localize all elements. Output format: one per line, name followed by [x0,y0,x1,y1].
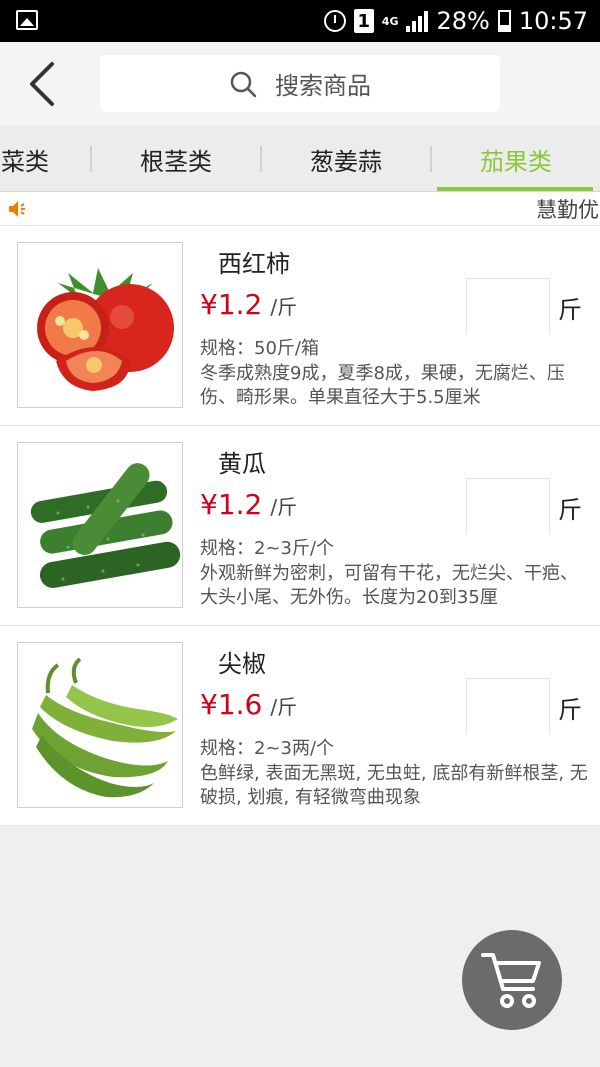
product-description: 外观新鲜为密刺，可留有干花，无烂尖、干疤、大头小尾、无外伤。长度为20到35厘 [200,563,578,608]
tab-vegetables[interactable]: 菜类 [0,126,90,191]
top-bar: 搜索商品 [0,42,600,126]
product-description: 冬季成熟度9成，夏季8成，果硬，无腐烂、压伤、畸形果。单果直径大于5.5厘米 [200,363,565,408]
chevron-left-icon [30,62,54,106]
price-value: ¥1.2 [200,488,263,521]
alarm-icon [323,10,346,32]
quantity-unit: 斤 [558,496,582,524]
quantity-input[interactable] [466,478,550,534]
status-bar-right: 1 4G 28% 10:57 [323,0,588,42]
price-unit: /斤 [270,695,298,719]
price-unit: /斤 [270,295,298,319]
clock: 10:57 [518,7,588,35]
price-value: ¥1.6 [200,688,263,721]
quantity-unit: 斤 [558,296,582,324]
sim-icon: 1 [353,9,374,33]
category-tabs: 菜类 根茎类 葱姜蒜 茄果类 [0,126,600,192]
product-name: 黄瓜 [218,450,266,478]
product-item[interactable]: 尖椒 ¥1.6 /斤 规格：2~3两/个 色鲜绿, 表面无黑斑, 无虫蛀, 底部… [0,626,600,826]
product-item[interactable]: 黄瓜 ¥1.2 /斤 规格：2~3斤/个 外观新鲜为密刺，可留有干花，无烂尖、干… [0,426,600,626]
price-unit: /斤 [270,495,298,519]
battery-icon [497,10,511,32]
product-spec: 规格：2~3斤/个 [200,538,335,559]
active-tab-indicator [437,187,593,191]
product-list: 西红柿 ¥1.2 /斤 规格：50斤/箱 冬季成熟度9成，夏季8成，果硬，无腐烂… [0,226,600,826]
tab-onion-ginger-garlic[interactable]: 葱姜蒜 [262,126,430,191]
product-image-cucumber[interactable] [17,442,183,608]
product-price: ¥1.6 /斤 [200,688,297,721]
notice-bar: 慧勤优 [0,192,600,226]
product-price: ¥1.2 /斤 [200,288,297,321]
quantity-input[interactable] [466,278,550,334]
search-placeholder: 搜索商品 [275,72,371,100]
signal-icon [406,10,429,32]
product-name: 尖椒 [218,650,266,678]
speaker-icon [9,201,25,217]
product-spec: 规格：2~3两/个 [200,738,335,759]
product-item[interactable]: 西红柿 ¥1.2 /斤 规格：50斤/箱 冬季成熟度9成，夏季8成，果硬，无腐烂… [0,226,600,426]
gallery-icon [16,10,38,30]
status-bar: 1 4G 28% 10:57 [0,0,600,42]
notice-text: 慧勤优 [536,198,599,222]
price-value: ¥1.2 [200,288,263,321]
product-description: 色鲜绿, 表面无黑斑, 无虫蛀, 底部有新鲜根茎, 无破损, 划痕, 有轻微弯曲… [200,763,588,808]
back-button[interactable] [18,56,68,112]
battery-percent: 28% [436,7,490,35]
product-image-tomato[interactable] [17,242,183,408]
shopping-cart-icon [481,953,541,1008]
quantity-input[interactable] [466,678,550,734]
search-icon [230,71,257,97]
search-bar[interactable]: 搜索商品 [100,55,500,112]
tab-root-stem[interactable]: 根茎类 [92,126,260,191]
product-name: 西红柿 [218,250,290,278]
cart-button[interactable] [462,930,562,1030]
product-image-pepper[interactable] [17,642,183,808]
product-spec: 规格：50斤/箱 [200,338,319,359]
product-price: ¥1.2 /斤 [200,488,297,521]
network-type: 4G [381,14,399,28]
quantity-unit: 斤 [558,696,582,724]
tab-solanaceous[interactable]: 茄果类 [432,126,600,191]
